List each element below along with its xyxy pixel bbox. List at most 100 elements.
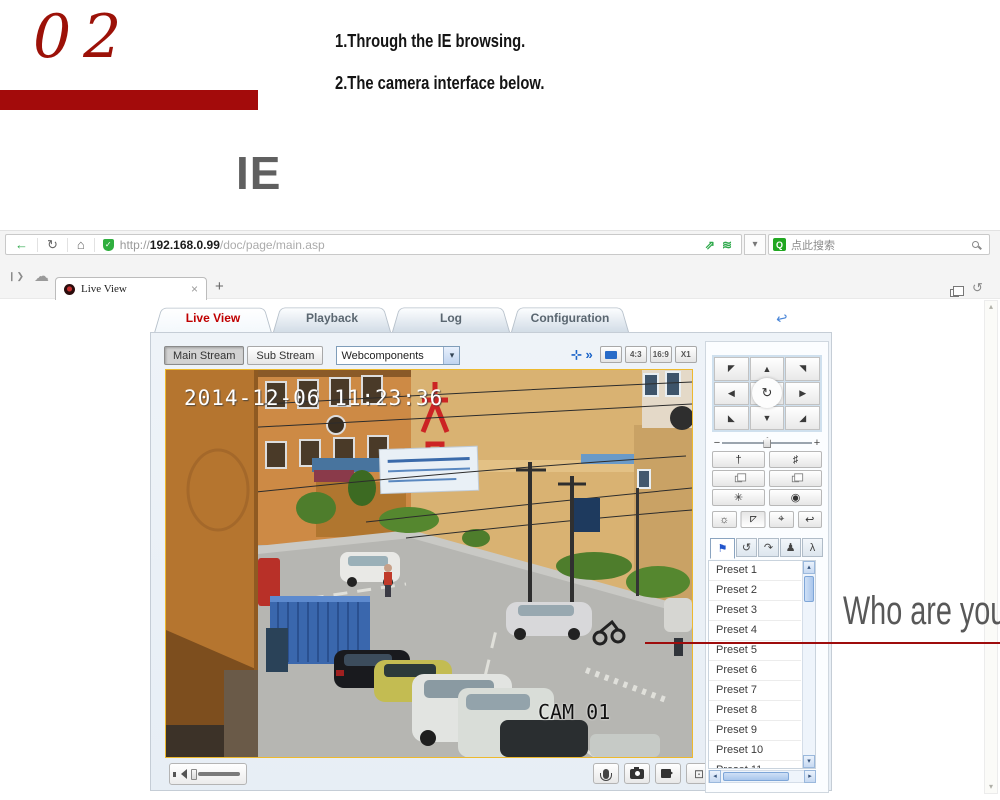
preset-horizontal-scrollbar[interactable]: ◂ ▸ [708, 770, 816, 783]
hscrollbar-thumb[interactable] [723, 772, 789, 781]
ptz-down-left-button[interactable]: ◣ [714, 406, 749, 430]
preset-vertical-scrollbar[interactable]: ▴ ▾ [802, 561, 815, 768]
instruction-line-1: 1.Through the IE browsing. [335, 31, 525, 52]
browser-content: Live View Playback Log Configuration ↩ M… [0, 299, 1000, 797]
volume-slider-thumb[interactable] [191, 769, 197, 780]
address-bar[interactable]: ← ↻ ⌂ ✓ http://192.168.0.99/doc/page/mai… [5, 234, 742, 255]
aspect-43-button[interactable]: 4:3 [625, 346, 647, 363]
scroll-left-icon[interactable]: ◂ [709, 770, 721, 783]
tab-log[interactable]: Log [392, 304, 510, 332]
record-button[interactable] [655, 763, 681, 784]
scroll-right-icon[interactable]: ▸ [804, 770, 816, 783]
main-stream-button[interactable]: Main Stream [164, 346, 244, 365]
park-tab[interactable]: ♟ [780, 538, 801, 557]
ptz-auto-scan-button[interactable]: ↻ [750, 382, 785, 406]
sub-stream-button[interactable]: Sub Stream [247, 346, 323, 365]
view-toolbar: ⊹ » 4:3 16:9 X1 [571, 346, 697, 363]
preset-label: Preset 5 [716, 644, 757, 656]
ptz-down-button[interactable]: ▼ [750, 406, 785, 430]
preset-list-item[interactable]: Preset 2 [709, 581, 801, 601]
cloud-sync-icon[interactable]: ☁ [34, 267, 49, 285]
browser-scrollbar[interactable]: ▴ ▾ [984, 300, 998, 794]
capture-toolbar: ⊡ [593, 763, 712, 784]
speed-minus-icon[interactable]: − [712, 437, 722, 449]
speed-plus-icon[interactable]: + [812, 437, 822, 449]
ptz-left-button[interactable]: ◀ [714, 382, 749, 406]
leaf-icon[interactable]: ≋ [722, 238, 732, 252]
preset-list-item[interactable]: Preset 5 [709, 641, 801, 661]
search-box[interactable]: Q 点此搜索 [768, 234, 990, 255]
ptz-speed-slider[interactable]: − + [712, 437, 822, 449]
preset-list-item[interactable]: Preset 6 [709, 661, 801, 681]
preset-list-item[interactable]: Preset 11 [709, 761, 801, 769]
search-icon[interactable] [972, 241, 979, 248]
iris-close-button[interactable]: ◉ [769, 489, 822, 506]
refresh-icon[interactable]: ↻ [38, 237, 67, 253]
aspect-169-button[interactable]: 16:9 [650, 346, 672, 363]
focus-button[interactable]: † [712, 451, 765, 468]
scrollbar-thumb[interactable] [804, 576, 814, 602]
preset-list-item[interactable]: Preset 9 [709, 721, 801, 741]
pattern-tab[interactable]: ↷ [758, 538, 779, 557]
preset-list-item[interactable]: Preset 1 [709, 561, 801, 581]
url-dropdown-button[interactable]: ▾ [744, 234, 766, 255]
preset-list: Preset 1 Preset 2 Preset 3 Preset 4 Pres… [708, 560, 816, 769]
tab-favicon-icon [64, 284, 75, 295]
ptz-down-right-button[interactable]: ◢ [785, 406, 820, 430]
light-button[interactable]: ☼ [712, 511, 737, 528]
tab-close-icon[interactable]: × [191, 282, 198, 296]
collapse-panel-icon[interactable]: ↩ [774, 309, 789, 328]
ptz-up-button[interactable]: ▲ [750, 357, 785, 381]
track-tab[interactable]: λ [802, 538, 823, 557]
url-text[interactable]: http://192.168.0.99/doc/page/main.asp [120, 238, 325, 252]
speed-slider-thumb[interactable] [763, 437, 771, 448]
preset-label: Preset 3 [716, 604, 757, 616]
focus-near-button[interactable] [712, 470, 765, 487]
tab-configuration[interactable]: Configuration [511, 304, 629, 332]
lens-init-button[interactable]: ↩ [798, 511, 823, 528]
plugin-select[interactable]: Webcomponents ▾ [336, 346, 460, 365]
page-scroll-down-icon[interactable]: ▾ [985, 781, 997, 793]
aspect-x1-button[interactable]: X1 [675, 346, 697, 363]
zoom-button[interactable]: ♯ [769, 451, 822, 468]
preset-list-item[interactable]: Preset 4 [709, 621, 801, 641]
scroll-down-icon[interactable]: ▾ [803, 755, 815, 768]
new-tab-button[interactable]: + [215, 278, 224, 295]
speed-slider-track[interactable] [722, 442, 812, 444]
ptz-quick-icon[interactable]: ⊹ » [571, 347, 593, 363]
preset-list-item[interactable]: Preset 10 [709, 741, 801, 761]
session-restore-icon[interactable]: ↺ [972, 280, 983, 296]
aux-focus-button[interactable]: ⌖ [769, 511, 794, 528]
live-video-frame[interactable]: 2014-12-06 11:23:36 CAM 01 [165, 369, 693, 758]
page-scroll-up-icon[interactable]: ▴ [985, 301, 997, 313]
volume-control[interactable] [169, 763, 247, 785]
wiper-button[interactable]: ⊿ [741, 511, 766, 528]
camera-web-app: Live View Playback Log Configuration ↩ M… [150, 304, 832, 791]
back-icon[interactable]: ← [6, 237, 37, 252]
browser-tab[interactable]: Live View × [55, 277, 207, 300]
scroll-up-icon[interactable]: ▴ [803, 561, 815, 574]
share-icon[interactable]: ⇗ [705, 238, 715, 252]
preset-list-item[interactable]: Preset 8 [709, 701, 801, 721]
preset-label: Preset 11 [716, 764, 762, 769]
volume-slider-track[interactable] [198, 772, 240, 776]
sidebar-toggle-icon[interactable]: ❙❯ [8, 271, 25, 282]
tab-playback[interactable]: Playback [273, 304, 391, 332]
ptz-right-button[interactable]: ▶ [785, 382, 820, 406]
preset-label: Preset 7 [716, 684, 757, 696]
mic-button[interactable] [593, 763, 619, 784]
snapshot-button[interactable] [624, 763, 650, 784]
preset-list-item[interactable]: Preset 3 [709, 601, 801, 621]
original-scale-button[interactable] [600, 346, 622, 363]
tab-live-view[interactable]: Live View [154, 304, 272, 332]
focus-far-button[interactable] [769, 470, 822, 487]
home-icon[interactable]: ⌂ [68, 237, 94, 252]
iris-open-button[interactable]: ✳ [712, 489, 765, 506]
camera-icon [630, 769, 644, 779]
ptz-up-right-button[interactable]: ◥ [785, 357, 820, 381]
aux-row: ☼ ⊿ ⌖ ↩ [712, 511, 822, 528]
preset-tab[interactable]: ⚑ [710, 538, 735, 559]
preset-list-item[interactable]: Preset 7 [709, 681, 801, 701]
patrol-tab[interactable]: ↺ [736, 538, 757, 557]
ptz-up-left-button[interactable]: ◤ [714, 357, 749, 381]
